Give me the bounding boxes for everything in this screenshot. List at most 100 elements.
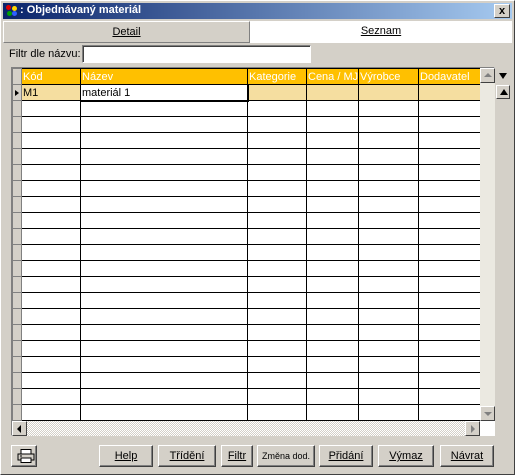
table-row[interactable] xyxy=(12,372,481,389)
change-supplier-button[interactable]: Změna dod. xyxy=(257,445,315,467)
table-cell[interactable] xyxy=(306,308,359,325)
scroll-left-button[interactable] xyxy=(12,421,27,436)
cell-cena[interactable] xyxy=(306,84,359,101)
table-cell[interactable] xyxy=(247,388,307,405)
table-row[interactable] xyxy=(12,404,481,421)
previous-record-button[interactable] xyxy=(496,85,510,99)
table-cell[interactable] xyxy=(306,148,359,165)
table-row[interactable] xyxy=(12,340,481,357)
table-cell[interactable] xyxy=(418,116,481,133)
table-row[interactable] xyxy=(12,180,481,197)
scroll-right-button[interactable] xyxy=(465,421,480,436)
column-header-nazev[interactable]: Název xyxy=(80,68,248,85)
table-cell[interactable] xyxy=(80,308,248,325)
table-cell[interactable] xyxy=(21,132,81,149)
table-cell[interactable] xyxy=(247,132,307,149)
vertical-scrollbar[interactable] xyxy=(480,68,495,421)
close-button[interactable]: x xyxy=(494,4,510,18)
table-cell[interactable] xyxy=(358,196,419,213)
table-cell[interactable] xyxy=(80,180,248,197)
table-cell[interactable] xyxy=(80,340,248,357)
table-cell[interactable] xyxy=(247,292,307,309)
table-cell[interactable] xyxy=(21,196,81,213)
table-cell[interactable] xyxy=(358,148,419,165)
table-row[interactable]: M1 materiál 1 xyxy=(12,83,481,102)
table-cell[interactable] xyxy=(418,276,481,293)
table-cell[interactable] xyxy=(418,388,481,405)
cell-dodavatel[interactable] xyxy=(418,84,481,101)
table-cell[interactable] xyxy=(418,180,481,197)
table-cell[interactable] xyxy=(80,292,248,309)
table-cell[interactable] xyxy=(80,260,248,277)
table-cell[interactable] xyxy=(306,340,359,357)
table-cell[interactable] xyxy=(418,196,481,213)
table-row[interactable] xyxy=(12,196,481,213)
scroll-up-button[interactable] xyxy=(480,68,495,83)
table-cell[interactable] xyxy=(80,356,248,373)
table-cell[interactable] xyxy=(358,340,419,357)
table-cell[interactable] xyxy=(247,100,307,117)
column-header-kod[interactable]: Kód xyxy=(21,68,81,85)
table-row[interactable] xyxy=(12,132,481,149)
table-cell[interactable] xyxy=(306,356,359,373)
table-cell[interactable] xyxy=(247,148,307,165)
table-cell[interactable] xyxy=(306,116,359,133)
tab-seznam[interactable]: Seznam xyxy=(250,21,512,43)
column-header-vyrobce[interactable]: Výrobce xyxy=(358,68,419,85)
table-cell[interactable] xyxy=(306,212,359,229)
cell-vyrobce[interactable] xyxy=(358,84,419,101)
table-cell[interactable] xyxy=(21,372,81,389)
table-cell[interactable] xyxy=(21,244,81,261)
table-cell[interactable] xyxy=(418,132,481,149)
table-cell[interactable] xyxy=(247,212,307,229)
table-cell[interactable] xyxy=(21,164,81,181)
column-header-kategorie[interactable]: Kategorie xyxy=(247,68,307,85)
table-cell[interactable] xyxy=(418,260,481,277)
table-cell[interactable] xyxy=(80,212,248,229)
table-cell[interactable] xyxy=(306,132,359,149)
cell-kod[interactable]: M1 xyxy=(21,84,81,101)
table-cell[interactable] xyxy=(80,100,248,117)
table-cell[interactable] xyxy=(21,100,81,117)
table-cell[interactable] xyxy=(80,276,248,293)
table-cell[interactable] xyxy=(247,372,307,389)
cell-kategorie[interactable] xyxy=(247,84,307,101)
table-row[interactable] xyxy=(12,244,481,261)
filter-input[interactable] xyxy=(82,45,311,63)
delete-button[interactable]: Výmaz xyxy=(378,445,434,467)
table-cell[interactable] xyxy=(247,260,307,277)
table-cell[interactable] xyxy=(21,324,81,341)
table-cell[interactable] xyxy=(358,292,419,309)
table-cell[interactable] xyxy=(358,244,419,261)
table-cell[interactable] xyxy=(306,196,359,213)
add-button[interactable]: Přidání xyxy=(319,445,373,467)
table-cell[interactable] xyxy=(80,404,248,421)
table-cell[interactable] xyxy=(247,164,307,181)
table-cell[interactable] xyxy=(247,404,307,421)
table-cell[interactable] xyxy=(306,276,359,293)
table-cell[interactable] xyxy=(358,100,419,117)
table-cell[interactable] xyxy=(358,180,419,197)
table-cell[interactable] xyxy=(80,164,248,181)
table-row[interactable] xyxy=(12,228,481,245)
table-cell[interactable] xyxy=(418,356,481,373)
table-cell[interactable] xyxy=(306,324,359,341)
table-cell[interactable] xyxy=(21,340,81,357)
table-cell[interactable] xyxy=(21,228,81,245)
table-cell[interactable] xyxy=(358,228,419,245)
table-cell[interactable] xyxy=(21,116,81,133)
return-button[interactable]: Návrat xyxy=(440,445,494,467)
column-header-dodavatel[interactable]: Dodavatel xyxy=(418,68,481,85)
table-row[interactable] xyxy=(12,148,481,165)
scroll-down-button[interactable] xyxy=(480,406,495,421)
table-cell[interactable] xyxy=(21,180,81,197)
sort-button[interactable]: Třídění xyxy=(158,445,216,467)
table-cell[interactable] xyxy=(306,164,359,181)
table-cell[interactable] xyxy=(21,292,81,309)
table-cell[interactable] xyxy=(306,260,359,277)
table-cell[interactable] xyxy=(80,324,248,341)
table-cell[interactable] xyxy=(358,356,419,373)
table-cell[interactable] xyxy=(358,372,419,389)
table-cell[interactable] xyxy=(418,324,481,341)
table-cell[interactable] xyxy=(358,132,419,149)
